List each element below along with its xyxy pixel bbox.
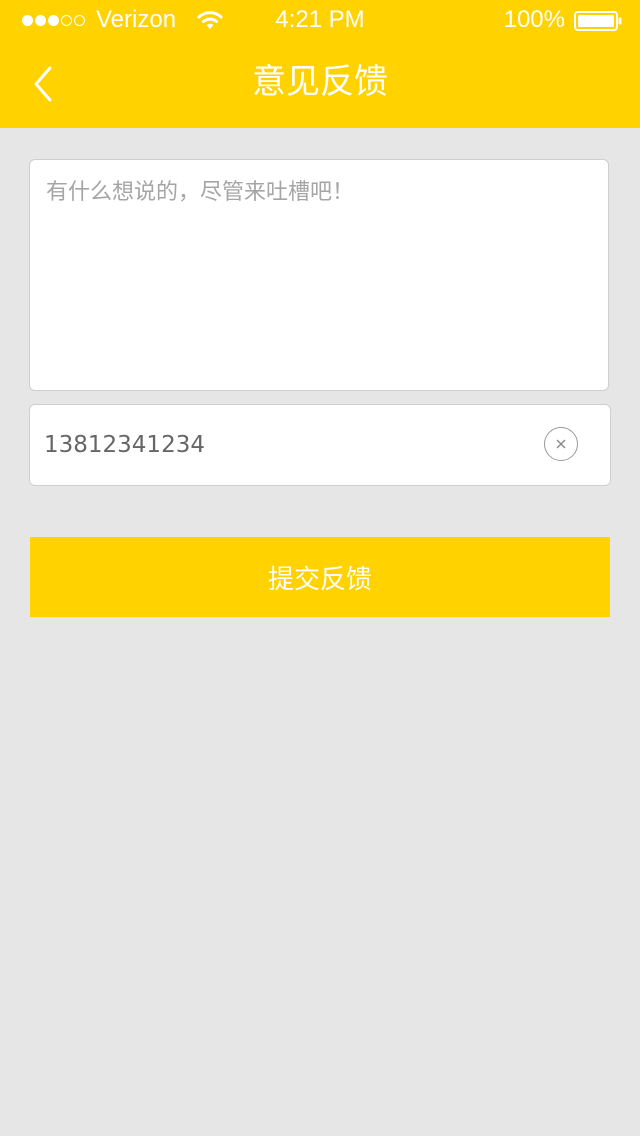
battery-icon xyxy=(574,10,622,31)
clear-button[interactable] xyxy=(544,427,578,461)
feedback-box xyxy=(29,159,609,391)
phone-input[interactable] xyxy=(44,425,524,465)
status-bar: Verizon 4:21 PM 100% xyxy=(0,0,640,40)
page-title: 意见反馈 xyxy=(252,62,388,102)
navigation-bar: 意见反馈 xyxy=(0,40,640,128)
battery-percentage: 100% xyxy=(503,6,565,33)
phone-field-box xyxy=(29,404,611,486)
submit-feedback-button[interactable]: 提交反馈 xyxy=(30,537,610,617)
clear-icon xyxy=(556,439,566,449)
feedback-textarea[interactable] xyxy=(46,174,594,374)
